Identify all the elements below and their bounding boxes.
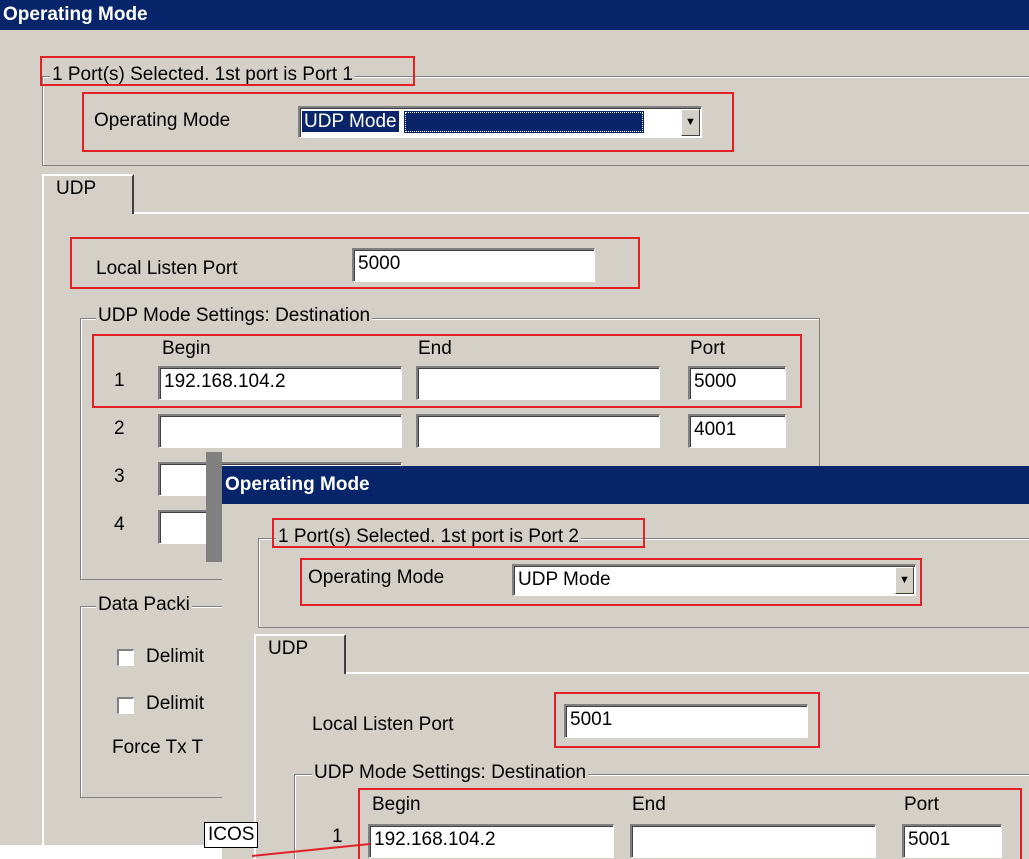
highlight-box (554, 692, 820, 748)
destination-group-label: UDP Mode Settings: Destination (96, 305, 373, 327)
highlight-box (82, 92, 734, 152)
connector-line (251, 843, 371, 857)
force-tx-label: Force Tx T (112, 737, 204, 758)
back-window-title: Operating Mode (0, 0, 1029, 30)
delimiter2-label: Delimit (146, 693, 205, 714)
highlight-box (358, 788, 1022, 859)
destination-group-label: UDP Mode Settings: Destination (312, 762, 589, 784)
highlight-box (300, 558, 922, 606)
tab-label: UDP (56, 178, 97, 199)
front-window: Operating Mode 1 Port(s) Selected. 1st p… (222, 466, 1029, 859)
highlight-box (40, 56, 415, 86)
begin-input[interactable] (158, 414, 402, 448)
tab-strip-line (346, 672, 1029, 674)
row-index: 3 (114, 466, 125, 487)
delimiter1-checkbox[interactable] (117, 649, 134, 666)
delimiter1-label: Delimit (146, 646, 205, 667)
tab-label: UDP (268, 638, 309, 659)
highlight-box (92, 334, 802, 408)
tab-udp[interactable]: UDP (254, 634, 346, 674)
highlight-box (70, 237, 640, 289)
delimiter2-checkbox[interactable] (117, 697, 134, 714)
local-listen-port-label: Local Listen Port (312, 714, 454, 735)
front-window-title: Operating Mode (222, 466, 1029, 504)
row-index: 4 (114, 514, 125, 535)
highlight-box (272, 518, 645, 548)
end-input[interactable] (416, 414, 660, 448)
tab-udp[interactable]: UDP (42, 174, 134, 214)
row-index: 2 (114, 418, 125, 439)
port-input[interactable]: 4001 (688, 414, 786, 448)
tab-strip-line (134, 212, 1029, 214)
data-packing-label: Data Packi (96, 594, 192, 616)
window-shadow (206, 452, 222, 562)
